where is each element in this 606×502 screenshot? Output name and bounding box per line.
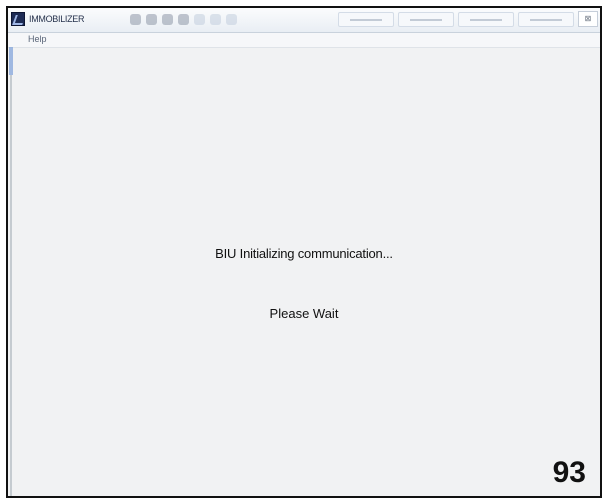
menu-help[interactable]: Help bbox=[28, 34, 47, 44]
toolbar-icon-5[interactable] bbox=[194, 14, 205, 25]
toolbar-tab-4[interactable] bbox=[518, 12, 574, 27]
main-content: BIU Initializing communication... Please… bbox=[8, 48, 600, 496]
title-bar: IMMOBILIZER ⊠ bbox=[8, 8, 600, 33]
app-window: IMMOBILIZER ⊠ Help BIU Initializing comm… bbox=[6, 6, 602, 498]
window-title: IMMOBILIZER bbox=[29, 14, 85, 24]
wait-message: Please Wait bbox=[269, 306, 339, 321]
toolbar bbox=[130, 13, 237, 27]
menu-bar: Help bbox=[8, 33, 600, 48]
toolbar-icon-7[interactable] bbox=[226, 14, 237, 25]
toolbar-icon-2[interactable] bbox=[146, 14, 157, 25]
toolbar-tab-3[interactable] bbox=[458, 12, 514, 27]
status-message: BIU Initializing communication... bbox=[215, 246, 393, 261]
toolbar-icon-4[interactable] bbox=[178, 14, 189, 25]
toolbar-icon-1[interactable] bbox=[130, 14, 141, 25]
toolbar-icon-6[interactable] bbox=[210, 14, 221, 25]
app-logo-icon bbox=[11, 12, 25, 26]
toolbar-tab-1[interactable] bbox=[338, 12, 394, 27]
close-button[interactable]: ⊠ bbox=[578, 11, 598, 27]
toolbar-tabs bbox=[338, 12, 574, 27]
toolbar-icon-3[interactable] bbox=[162, 14, 173, 25]
toolbar-tab-2[interactable] bbox=[398, 12, 454, 27]
page-number: 93 bbox=[552, 456, 586, 489]
